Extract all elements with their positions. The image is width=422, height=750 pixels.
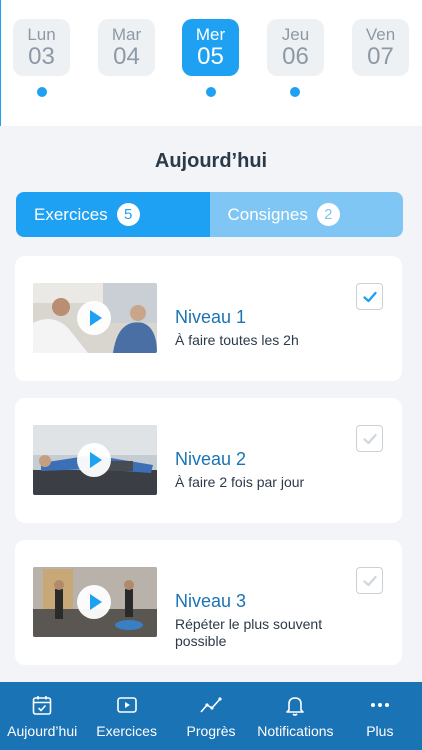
nav-today[interactable]: Aujourd’hui (0, 682, 84, 750)
day-number: 06 (282, 43, 309, 70)
day-lun[interactable]: Lun 03 (13, 19, 70, 76)
tab-label: Exercices (34, 204, 108, 224)
done-checkbox[interactable] (356, 567, 383, 594)
video-play-icon (116, 697, 137, 713)
video-thumbnail[interactable] (33, 283, 157, 353)
day-name: Ven (365, 25, 396, 44)
exercise-card[interactable]: Niveau 1 À faire toutes les 2h (15, 256, 402, 381)
day-number: 03 (28, 43, 55, 70)
day-number: 07 (367, 43, 394, 70)
done-checkbox[interactable] (356, 283, 383, 310)
day-name: Mar (111, 25, 142, 44)
day-jeu[interactable]: Jeu 06 (267, 19, 324, 76)
exercise-frequency: À faire 2 fois par jour (175, 474, 305, 490)
count-badge: 5 (116, 203, 140, 226)
nav-label: Notifications (257, 723, 334, 739)
activity-dot (206, 87, 216, 97)
tab-instructions[interactable]: Consignes 2 (209, 192, 403, 237)
exercise-title: Niveau 2 (175, 449, 247, 469)
bottom-tab-bar: Aujourd’hui Exercices Progrès Notificati… (0, 682, 422, 750)
exercise-card[interactable]: Niveau 2 À faire 2 fois par jour (15, 398, 402, 523)
exercise-card[interactable]: Niveau 3 Répéter le plus souvent possibl… (15, 540, 402, 665)
page-title: Aujourd’hui (154, 150, 268, 172)
nav-more[interactable]: Plus (338, 682, 422, 750)
day-number: 04 (113, 43, 140, 70)
exercise-title: Niveau 3 (175, 591, 247, 611)
day-mer[interactable]: Mer 05 (182, 19, 239, 76)
play-icon[interactable] (77, 443, 111, 477)
calendar-check-icon (32, 696, 52, 715)
activity-dot (37, 87, 47, 97)
more-dots-icon (370, 703, 389, 707)
nav-exercises[interactable]: Exercices (84, 682, 168, 750)
play-icon[interactable] (77, 585, 111, 619)
checkmark-icon (362, 575, 377, 586)
done-checkbox[interactable] (356, 425, 383, 452)
nav-label: Progrès (186, 723, 236, 739)
activity-dot (290, 87, 300, 97)
tab-label: Consignes (227, 204, 308, 224)
exercise-frequency: À faire toutes les 2h (175, 332, 299, 348)
video-thumbnail[interactable] (33, 567, 157, 637)
day-name: Mer (195, 25, 226, 44)
exercise-frequency: Répéter le plus souvent possible (175, 616, 323, 649)
segmented-control: Exercices 5 Consignes 2 (16, 192, 403, 237)
bell-icon (286, 697, 305, 716)
nav-label: Aujourd’hui (7, 723, 78, 739)
day-name: Jeu (281, 25, 310, 44)
tab-exercises[interactable]: Exercices 5 (16, 192, 210, 237)
nav-notifications[interactable]: Notifications (253, 682, 337, 750)
checkmark-icon (362, 433, 377, 444)
play-icon[interactable] (77, 301, 111, 335)
day-ven[interactable]: Ven 07 (352, 19, 409, 76)
day-mar[interactable]: Mar 04 (98, 19, 155, 76)
exercise-title: Niveau 1 (175, 307, 247, 327)
date-strip: Lun 03 Mar 04 Mer 05 Jeu 06 Ven 07 (0, 0, 422, 126)
nav-label: Exercices (96, 723, 157, 739)
count-badge: 2 (316, 203, 340, 226)
checkmark-icon (362, 291, 377, 302)
trend-line-icon (200, 697, 222, 713)
nav-label: Plus (366, 723, 394, 739)
day-name: Lun (27, 25, 56, 44)
video-thumbnail[interactable] (33, 425, 157, 495)
day-number: 05 (197, 43, 224, 70)
nav-progress[interactable]: Progrès (169, 682, 253, 750)
